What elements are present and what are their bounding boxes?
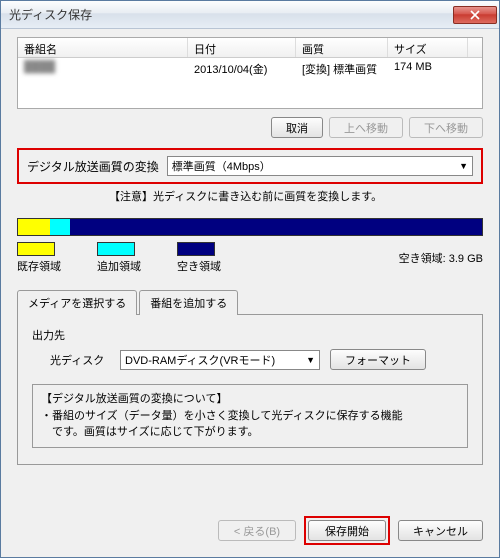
cell-date: 2013/10/04(金): [188, 58, 296, 78]
conversion-box: デジタル放送画質の変換 標準画質（4Mbps） ▼: [17, 148, 483, 184]
dialog-window: 光ディスク保存 番組名 日付 画質 サイズ ████ 2013/10/04(金)…: [0, 0, 500, 558]
save-start-button[interactable]: 保存開始: [308, 520, 386, 541]
cell-size: 174 MB: [388, 58, 468, 78]
save-highlight: 保存開始: [304, 516, 390, 545]
info-line1: ・番組のサイズ（データ量）を小さく変換して光ディスクに保存する機能: [41, 408, 459, 425]
footer-cancel-button[interactable]: キャンセル: [398, 520, 483, 541]
move-down-button: 下へ移動: [409, 117, 483, 138]
close-icon: [470, 10, 480, 20]
window-title: 光ディスク保存: [9, 6, 453, 23]
move-up-button: 上へ移動: [329, 117, 403, 138]
info-title: 【デジタル放送画質の変換について】: [41, 391, 459, 408]
legend-free: 空き領域: [177, 242, 257, 274]
swatch-free: [177, 242, 215, 256]
output-section-label: 出力先: [32, 327, 468, 343]
back-button: < 戻る(B): [218, 520, 296, 541]
legend-add: 追加領域: [97, 242, 177, 274]
col-header-date[interactable]: 日付: [188, 38, 296, 57]
conversion-note: 【注意】光ディスクに書き込む前に画質を変換します。: [109, 188, 483, 204]
content-area: 番組名 日付 画質 サイズ ████ 2013/10/04(金) [変換] 標準…: [1, 29, 499, 506]
col-header-name[interactable]: 番組名: [18, 38, 188, 57]
info-box: 【デジタル放送画質の変換について】 ・番組のサイズ（データ量）を小さく変換して光…: [32, 384, 468, 448]
conversion-label: デジタル放送画質の変換: [27, 158, 159, 175]
chevron-down-icon: ▼: [459, 161, 468, 171]
footer: < 戻る(B) 保存開始 キャンセル: [1, 506, 499, 557]
table-header: 番組名 日付 画質 サイズ: [18, 38, 482, 58]
cell-quality: [変換] 標準画質: [296, 58, 388, 78]
disc-label: 光ディスク: [50, 352, 110, 368]
format-button[interactable]: フォーマット: [330, 349, 426, 370]
quality-select-value: 標準画質（4Mbps）: [172, 158, 271, 174]
legend-row: 既存領域 追加領域 空き領域 空き領域: 3.9 GB: [17, 242, 483, 274]
legend-add-label: 追加領域: [97, 258, 141, 274]
capacity-bar: [17, 218, 483, 236]
table-buttons: 取消 上へ移動 下へ移動: [17, 117, 483, 138]
program-table: 番組名 日付 画質 サイズ ████ 2013/10/04(金) [変換] 標準…: [17, 37, 483, 109]
output-row: 光ディスク DVD-RAMディスク(VRモード) ▼ フォーマット: [50, 349, 468, 370]
swatch-used: [17, 242, 55, 256]
tab-select-media[interactable]: メディアを選択する: [17, 290, 137, 315]
free-space-value: 3.9 GB: [449, 253, 483, 265]
free-space-label: 空き領域:: [399, 253, 446, 265]
close-button[interactable]: [453, 6, 497, 24]
titlebar: 光ディスク保存: [1, 1, 499, 29]
capacity-bar-wrap: 既存領域 追加領域 空き領域 空き領域: 3.9 GB: [17, 218, 483, 274]
col-header-quality[interactable]: 画質: [296, 38, 388, 57]
disc-select-value: DVD-RAMディスク(VRモード): [125, 352, 275, 368]
legend-free-label: 空き領域: [177, 258, 221, 274]
legend-used: 既存領域: [17, 242, 97, 274]
disc-select[interactable]: DVD-RAMディスク(VRモード) ▼: [120, 350, 320, 370]
tab-panel: 出力先 光ディスク DVD-RAMディスク(VRモード) ▼ フォーマット 【デ…: [17, 314, 483, 465]
swatch-add: [97, 242, 135, 256]
bar-add: [50, 219, 70, 235]
cell-name: ████: [18, 58, 188, 78]
table-row[interactable]: ████ 2013/10/04(金) [変換] 標準画質 174 MB: [18, 58, 482, 78]
chevron-down-icon: ▼: [306, 355, 315, 365]
quality-select[interactable]: 標準画質（4Mbps） ▼: [167, 156, 473, 176]
free-space-text: 空き領域: 3.9 GB: [399, 250, 483, 266]
legend-used-label: 既存領域: [17, 258, 61, 274]
tab-add-program[interactable]: 番組を追加する: [139, 290, 238, 315]
cancel-button[interactable]: 取消: [271, 117, 323, 138]
bar-used: [18, 219, 50, 235]
info-line2: です。画質はサイズに応じて下がります。: [41, 424, 459, 441]
tab-bar: メディアを選択する 番組を追加する: [17, 290, 483, 315]
col-header-size[interactable]: サイズ: [388, 38, 468, 57]
